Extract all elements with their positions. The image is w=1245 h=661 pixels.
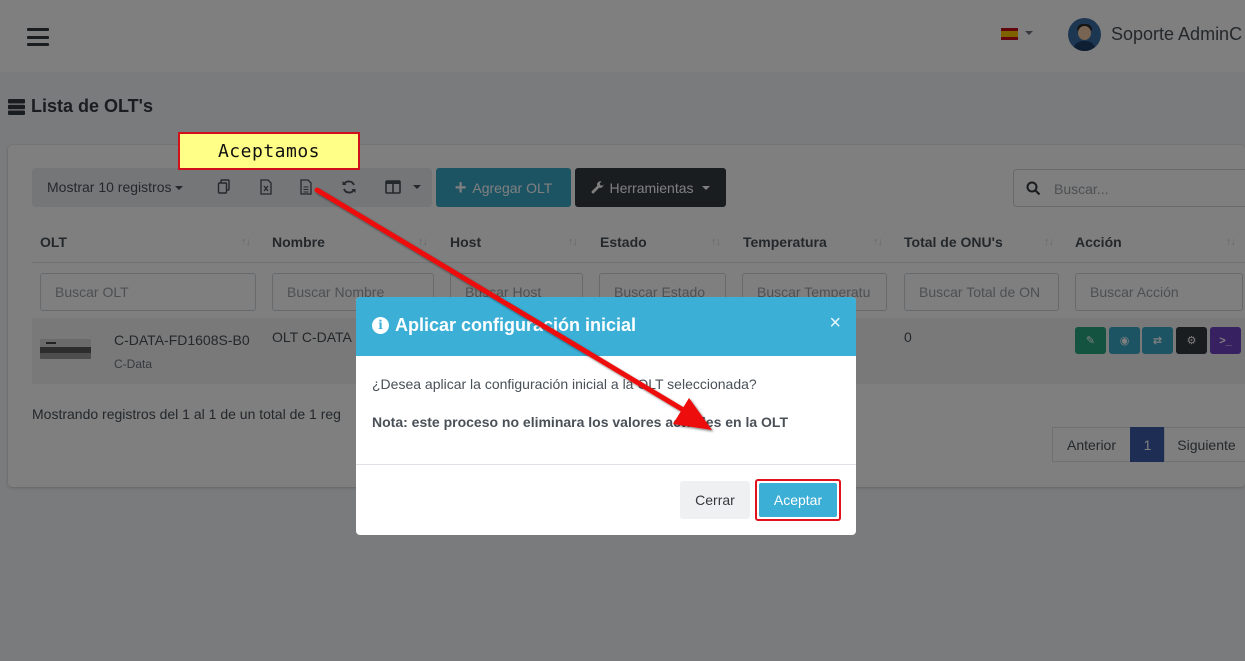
modal-question: ¿Desea aplicar la configuración inicial …: [372, 376, 757, 392]
cancel-button[interactable]: Cerrar: [680, 481, 750, 519]
annotation-callout: Aceptamos: [178, 132, 360, 170]
modal-note: Nota: este proceso no eliminara los valo…: [372, 414, 788, 430]
confirm-modal: i Aplicar configuración inicial × ¿Desea…: [356, 297, 856, 535]
accept-button[interactable]: Aceptar: [759, 483, 837, 517]
modal-title: Aplicar configuración inicial: [395, 315, 637, 335]
accept-button-highlight: Aceptar: [755, 479, 841, 521]
info-icon: i: [372, 317, 389, 334]
close-icon[interactable]: ×: [829, 313, 841, 333]
modal-footer-divider: [356, 464, 856, 465]
modal-header: i Aplicar configuración inicial ×: [356, 297, 856, 356]
